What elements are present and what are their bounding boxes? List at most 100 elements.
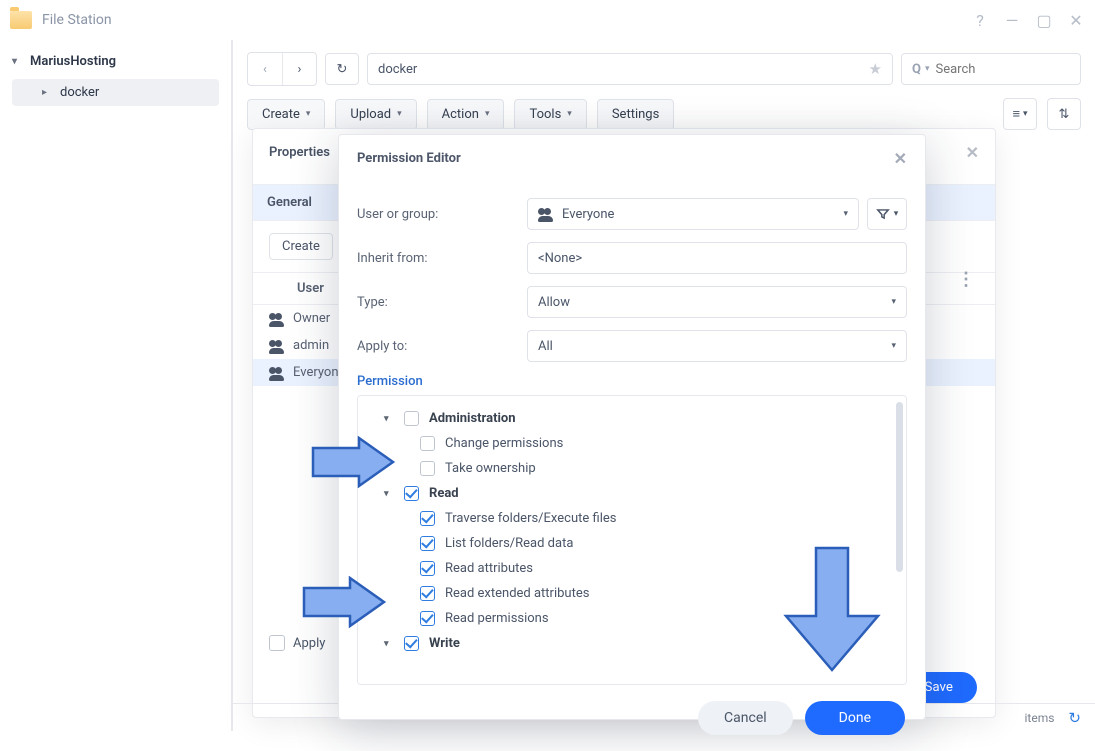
type-select[interactable]: Allow▾ xyxy=(527,286,907,318)
path-toolbar: ‹ › ↻ docker ★ Q ▾ xyxy=(233,40,1095,98)
permission-group[interactable]: ▾ Write xyxy=(380,631,900,656)
tree-root[interactable]: ▾ MariusHosting xyxy=(0,48,231,75)
permission-checkbox[interactable] xyxy=(420,511,435,526)
permission-item[interactable]: Read permissions xyxy=(380,606,900,631)
app-icon xyxy=(10,11,32,29)
chevron-down-icon: ▾ xyxy=(891,341,896,351)
permission-item-label: Take ownership xyxy=(445,461,536,476)
permission-checkbox[interactable] xyxy=(404,486,419,501)
maximize-icon[interactable]: ▢ xyxy=(1035,11,1053,29)
permission-group-label: Administration xyxy=(429,411,516,426)
permission-checkbox[interactable] xyxy=(420,561,435,576)
search-dropdown-icon[interactable]: ▾ xyxy=(925,64,930,74)
properties-title: Properties xyxy=(269,145,330,160)
permission-checkbox[interactable] xyxy=(404,636,419,651)
dialog-title: Permission Editor xyxy=(357,151,461,166)
filter-button[interactable]: ▾ xyxy=(867,198,907,230)
scrollbar-thumb[interactable] xyxy=(896,402,903,572)
favorite-icon[interactable]: ★ xyxy=(869,60,882,78)
cancel-button[interactable]: Cancel xyxy=(698,701,793,735)
app-title: File Station xyxy=(42,12,957,28)
user-icon xyxy=(269,313,285,325)
settings-button[interactable]: Settings xyxy=(597,99,674,130)
done-button[interactable]: Done xyxy=(805,701,905,735)
permission-checkbox[interactable] xyxy=(420,611,435,626)
view-list-button[interactable]: ≡▾ xyxy=(1003,98,1037,130)
expand-icon[interactable]: ▾ xyxy=(384,639,398,649)
permission-checkbox[interactable] xyxy=(420,461,435,476)
tree-item-label: docker xyxy=(60,85,99,100)
chevron-down-icon: ▾ xyxy=(891,297,896,307)
group-icon xyxy=(269,367,285,379)
chevron-down-icon: ▾ xyxy=(843,209,848,219)
sidebar: ▾ MariusHosting ▸ docker xyxy=(0,40,232,731)
window-titlebar: File Station ? — ▢ ✕ xyxy=(0,0,1095,40)
type-label: Type: xyxy=(357,295,527,310)
create-button[interactable]: Create▾ xyxy=(247,99,325,130)
permission-group[interactable]: ▾ Administration xyxy=(380,406,900,431)
properties-close-icon[interactable]: ✕ xyxy=(966,143,979,162)
permission-checkbox[interactable] xyxy=(420,536,435,551)
permission-item-label: Read extended attributes xyxy=(445,586,589,601)
apply-to-label: Apply to: xyxy=(357,339,527,354)
user-group-label: User or group: xyxy=(357,207,527,222)
dialog-close-icon[interactable]: ✕ xyxy=(894,149,907,168)
apply-label: Apply xyxy=(293,636,325,651)
column-options-icon[interactable]: ⋮ xyxy=(957,269,975,290)
nav-back-button[interactable]: ‹ xyxy=(248,53,282,85)
refresh-button[interactable]: ↻ xyxy=(325,53,359,85)
permission-item[interactable]: Take ownership xyxy=(380,456,900,481)
sort-button[interactable]: ⇅ xyxy=(1047,98,1081,130)
user-group-select[interactable]: Everyone ▾ xyxy=(527,198,859,230)
upload-button[interactable]: Upload▾ xyxy=(335,99,416,130)
permission-item-label: Read attributes xyxy=(445,561,533,576)
permission-item-label: Traverse folders/Execute files xyxy=(445,511,616,526)
inherit-from-label: Inherit from: xyxy=(357,251,527,266)
caret-right-icon: ▸ xyxy=(42,87,54,98)
caret-down-icon: ▾ xyxy=(12,56,24,67)
status-items: items xyxy=(1024,711,1054,725)
apply-checkbox[interactable] xyxy=(269,635,285,651)
group-icon xyxy=(269,340,285,352)
action-button[interactable]: Action▾ xyxy=(427,99,505,130)
permission-item[interactable]: Traverse folders/Execute files xyxy=(380,506,900,531)
apply-to-select[interactable]: All▾ xyxy=(527,330,907,362)
expand-icon[interactable]: ▾ xyxy=(384,414,398,424)
search-input[interactable] xyxy=(936,62,1071,77)
nav-forward-button[interactable]: › xyxy=(282,53,316,85)
status-refresh-icon[interactable]: ↻ xyxy=(1068,709,1081,727)
permission-list: ▾ Administration Change permissions Take ow… xyxy=(357,395,907,685)
permission-checkbox[interactable] xyxy=(420,586,435,601)
permission-item[interactable]: List folders/Read data xyxy=(380,531,900,556)
permission-item-label: Read permissions xyxy=(445,611,549,626)
permission-item-label: Change permissions xyxy=(445,436,563,451)
permission-section-label: Permission xyxy=(357,374,907,389)
minimize-icon[interactable]: — xyxy=(1003,11,1021,29)
search-box[interactable]: Q ▾ xyxy=(901,53,1081,85)
permission-checkbox[interactable] xyxy=(420,436,435,451)
permission-editor-dialog: Permission Editor ✕ User or group: Every… xyxy=(338,134,926,720)
column-user: User xyxy=(297,281,324,296)
tools-button[interactable]: Tools▾ xyxy=(514,99,586,130)
close-icon[interactable]: ✕ xyxy=(1067,11,1085,29)
help-icon[interactable]: ? xyxy=(971,11,989,29)
permission-group-label: Write xyxy=(429,636,460,651)
create-permission-button[interactable]: Create xyxy=(269,233,333,260)
tree-root-label: MariusHosting xyxy=(30,54,116,69)
path-value: docker xyxy=(378,62,417,77)
permission-item-label: List folders/Read data xyxy=(445,536,573,551)
permission-checkbox[interactable] xyxy=(404,411,419,426)
perm-row[interactable]: Owner xyxy=(293,311,330,326)
search-icon: Q xyxy=(912,62,921,77)
perm-row[interactable]: admin xyxy=(293,338,329,353)
path-input[interactable]: docker ★ xyxy=(367,53,893,85)
group-icon xyxy=(538,208,554,220)
permission-item[interactable]: Read extended attributes xyxy=(380,581,900,606)
permission-item[interactable]: Read attributes xyxy=(380,556,900,581)
permission-group-label: Read xyxy=(429,486,459,501)
tree-item-docker[interactable]: ▸ docker xyxy=(12,79,219,106)
permission-item[interactable]: Change permissions xyxy=(380,431,900,456)
permission-group[interactable]: ▾ Read xyxy=(380,481,900,506)
inherit-from-field: <None> xyxy=(527,242,907,274)
expand-icon[interactable]: ▾ xyxy=(384,489,398,499)
